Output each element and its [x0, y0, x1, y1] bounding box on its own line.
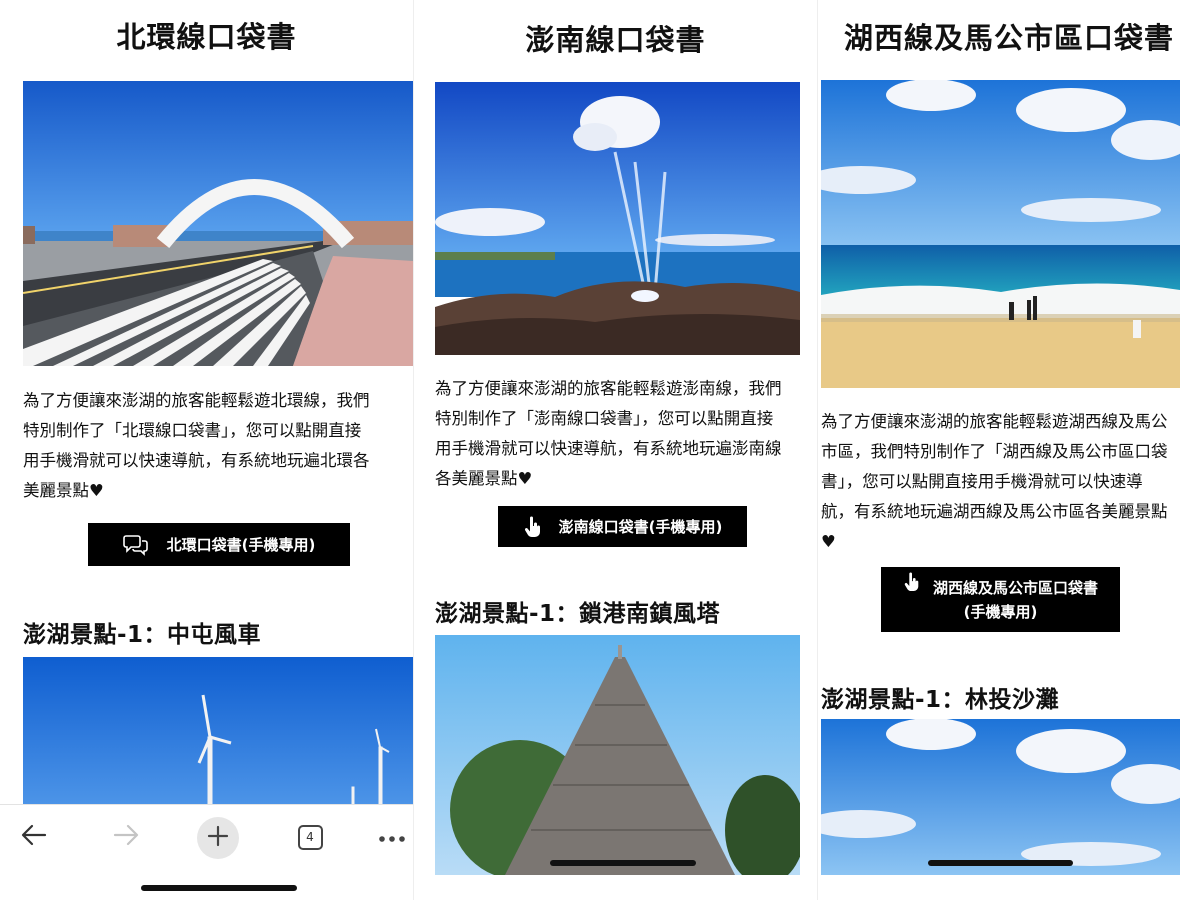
- spot-heading: 澎湖景點-1：中屯風車: [23, 622, 262, 648]
- button-label: 湖西線及馬公市區口袋書: [932, 578, 1098, 597]
- back-arrow-icon: [20, 823, 48, 851]
- desc-line: 市區，我們特別制作了「湖西線及馬公市區口袋: [821, 442, 1168, 461]
- button-label: (手機專用): [963, 602, 1038, 621]
- button-label: 北環口袋書(手機專用): [166, 535, 316, 554]
- windmill-photo: [23, 657, 413, 807]
- pointing-hand-icon: [523, 516, 543, 538]
- browser-toolbar: 4: [0, 804, 413, 900]
- desc-line: 各美麗景點♥: [435, 469, 533, 488]
- west-pocketbook-button[interactable]: 湖西線及馬公市區口袋書 (手機專用): [881, 567, 1120, 632]
- new-tab-button[interactable]: [197, 817, 239, 859]
- beach-waves-photo: [821, 80, 1180, 388]
- page-title: 湖西線及馬公市區口袋書: [843, 21, 1174, 55]
- chat-bubbles-icon: [122, 534, 149, 556]
- blowhole-coast-photo: [435, 82, 800, 355]
- desc-line: 為了方便讓來澎湖的旅客能輕鬆遊澎南線，我們: [435, 379, 782, 398]
- desc-line: 書」，您可以點開直接用手機滑就可以快速導: [821, 472, 1143, 491]
- desc-line: 用手機滑就可以快速導航，有系統地玩遍澎南線: [435, 439, 782, 458]
- south-description: 為了方便讓來澎湖的旅客能輕鬆遊澎南線，我們 特別制作了「澎南線口袋書」，您可以點…: [435, 374, 810, 494]
- south-pocketbook-button[interactable]: 澎南線口袋書(手機專用): [498, 506, 747, 547]
- home-indicator: [141, 885, 297, 891]
- desc-line: 為了方便讓來澎湖的旅客能輕鬆遊北環線，我們: [23, 391, 370, 410]
- more-dots-icon: [378, 828, 406, 847]
- desc-line: 為了方便讓來澎湖的旅客能輕鬆遊湖西線及馬公: [821, 412, 1168, 431]
- spot-heading: 澎湖景點-1：鎖港南鎮風塔: [435, 601, 721, 627]
- south-line-panel: 澎南線口袋書 為了方便讓來澎湖的旅客能輕鬆遊澎南線，我們 特別制作了「澎南線口袋…: [413, 0, 817, 900]
- more-button[interactable]: [372, 817, 412, 857]
- wind-tower-photo: [435, 635, 800, 875]
- desc-line: 特別制作了「澎南線口袋書」，您可以點開直接: [435, 409, 774, 428]
- desc-line: 美麗景點♥: [23, 481, 104, 500]
- north-line-panel: 北環線口袋書 為了方便讓來澎湖的旅客能輕鬆遊北環線，我們 特別制作了「北環線口袋…: [0, 0, 413, 900]
- desc-line: 特別制作了「北環線口袋書」，您可以點開直接: [23, 421, 362, 440]
- page-title: 澎南線口袋書: [525, 23, 706, 57]
- pointing-hand-icon: [903, 572, 921, 592]
- tab-count-badge: 4: [297, 824, 323, 850]
- page-title: 北環線口袋書: [116, 20, 297, 54]
- plus-icon: [207, 825, 229, 851]
- linto-beach-photo: [821, 719, 1180, 875]
- spot-heading: 澎湖景點-1：林投沙灘: [821, 687, 1060, 713]
- desc-line: 航，有系統地玩遍湖西線及馬公市區各美麗景點: [821, 502, 1168, 521]
- forward-arrow-icon: [112, 823, 140, 851]
- west-line-panel: 湖西線及馬公市區口袋書 為了方便讓來澎湖的旅客能輕鬆遊湖西線及馬公 市區，我們特…: [817, 0, 1200, 900]
- north-description: 為了方便讓來澎湖的旅客能輕鬆遊北環線，我們 特別制作了「北環線口袋書」，您可以點…: [23, 386, 408, 506]
- tabs-button[interactable]: 4: [290, 817, 330, 857]
- home-indicator: [550, 860, 696, 866]
- desc-line: 用手機滑就可以快速導航，有系統地玩遍北環各: [23, 451, 370, 470]
- home-indicator: [928, 860, 1073, 866]
- forward-button[interactable]: [106, 817, 146, 857]
- arch-bridge-photo: [23, 81, 413, 366]
- back-button[interactable]: [14, 817, 54, 857]
- north-pocketbook-button[interactable]: 北環口袋書(手機專用): [88, 523, 350, 566]
- west-description: 為了方便讓來澎湖的旅客能輕鬆遊湖西線及馬公 市區，我們特別制作了「湖西線及馬公市…: [821, 407, 1193, 557]
- desc-line: ♥: [821, 532, 836, 551]
- button-label: 澎南線口袋書(手機專用): [558, 517, 723, 536]
